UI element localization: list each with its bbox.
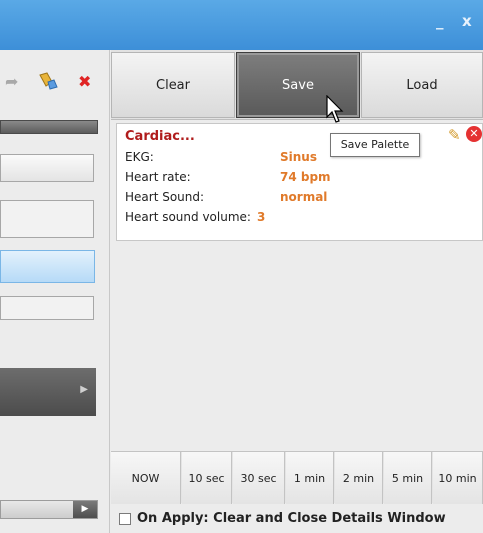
minimize-button[interactable]: _: [436, 12, 444, 30]
chevron-right-icon: ▶: [80, 384, 88, 395]
time-10sec-button[interactable]: 10 sec: [182, 452, 232, 504]
card-row-heart-sound-volume: Heart sound volume: 3: [125, 210, 265, 224]
mouse-cursor-icon: [326, 95, 344, 123]
clear-button[interactable]: Clear: [111, 52, 235, 118]
time-10min-button[interactable]: 10 min: [433, 452, 483, 504]
time-1min-button[interactable]: 1 min: [286, 452, 334, 504]
row-label: Heart rate:: [125, 170, 191, 184]
title-bar: _ x: [0, 0, 483, 50]
row-label: EKG:: [125, 150, 154, 164]
row-value: normal: [280, 190, 328, 204]
palette-content: Cardiac... EKG: Sinus Heart rate: 74 bpm…: [111, 121, 483, 451]
time-now-button[interactable]: NOW: [111, 452, 181, 504]
panel-field[interactable]: [0, 296, 94, 320]
redo-arrow-icon[interactable]: ➦: [5, 72, 18, 91]
left-panel: ➦ ✖ ▶ ▶: [0, 50, 110, 533]
row-value: 3: [256, 210, 266, 224]
expander-row[interactable]: ▶: [0, 368, 96, 416]
app-window: _ x ➦ ✖ ▶ ▶ Clear Save Load Cardiac... E…: [0, 0, 483, 533]
card-row-heart-rate: Heart rate: 74 bpm: [125, 170, 331, 184]
palette-button-bar: Clear Save Load: [111, 50, 483, 120]
card-title: Cardiac...: [125, 129, 195, 144]
load-button[interactable]: Load: [361, 52, 483, 118]
broom-icon[interactable]: [38, 72, 58, 94]
cardiac-card[interactable]: Cardiac... EKG: Sinus Heart rate: 74 bpm…: [116, 123, 483, 241]
card-row-heart-sound: Heart Sound: normal: [125, 190, 327, 204]
row-value: Sinus: [280, 150, 317, 164]
apply-option-label[interactable]: On Apply: Clear and Close Details Window: [137, 511, 446, 526]
scroll-right-arrow-icon[interactable]: ▶: [73, 501, 97, 518]
time-2min-button[interactable]: 2 min: [335, 452, 383, 504]
horizontal-scrollbar[interactable]: ▶: [0, 500, 98, 519]
close-window-button[interactable]: x: [462, 12, 472, 30]
save-palette-tooltip: Save Palette: [330, 133, 420, 157]
row-label: Heart sound volume:: [125, 210, 251, 224]
time-30sec-button[interactable]: 30 sec: [233, 452, 285, 504]
selected-list-item[interactable]: [0, 250, 95, 283]
panel-header-bar: [0, 120, 98, 134]
time-5min-button[interactable]: 5 min: [384, 452, 432, 504]
pencil-icon[interactable]: ✎: [448, 126, 461, 144]
row-value: 74 bpm: [280, 170, 331, 184]
row-label: Heart Sound:: [125, 190, 205, 204]
card-row-ekg: EKG: Sinus: [125, 150, 317, 164]
remove-circle-icon[interactable]: ✕: [466, 126, 482, 142]
delete-x-icon[interactable]: ✖: [78, 72, 91, 91]
apply-option-row: On Apply: Clear and Close Details Window: [111, 504, 483, 533]
broom-icon-shape: [39, 72, 58, 90]
panel-field[interactable]: [0, 154, 94, 182]
panel-field[interactable]: [0, 200, 94, 238]
time-button-bar: NOW 10 sec 30 sec 1 min 2 min 5 min 10 m…: [111, 451, 483, 504]
apply-clear-close-checkbox[interactable]: [119, 512, 131, 525]
